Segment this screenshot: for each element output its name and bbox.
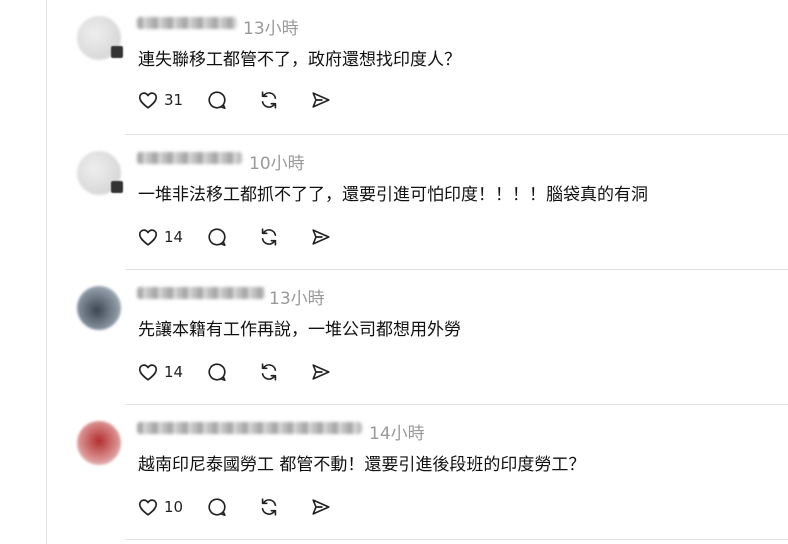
repost-button[interactable]	[258, 360, 280, 384]
comment-bubble-icon	[208, 498, 226, 517]
timestamp: 14小時	[369, 424, 425, 444]
comment-text: 連失聯移工都管不了，政府還想找印度人？	[138, 50, 461, 70]
comment-bubble-icon	[208, 91, 226, 110]
reply-button[interactable]	[206, 88, 228, 112]
comment-bubble-icon	[208, 363, 226, 382]
timestamp: 13小時	[243, 19, 299, 39]
share-button[interactable]	[310, 495, 332, 519]
send-icon	[312, 92, 330, 108]
repost-icon	[261, 91, 277, 109]
timestamp: 10小時	[249, 154, 305, 174]
repost-button[interactable]	[258, 88, 280, 112]
action-bar: 10	[137, 495, 332, 519]
comment-item: 13小時 連失聯移工都管不了，政府還想找印度人？ 31	[47, 0, 788, 135]
like-button[interactable]: 14	[137, 225, 186, 249]
send-icon	[312, 229, 330, 245]
username-blurred[interactable]	[137, 287, 265, 299]
share-button[interactable]	[310, 225, 332, 249]
like-count: 10	[164, 498, 184, 516]
avatar[interactable]	[77, 421, 121, 465]
like-button[interactable]: 31	[137, 88, 186, 112]
action-bar: 14	[137, 225, 332, 249]
repost-icon	[261, 228, 277, 246]
comment-text: 一堆非法移工都抓不了了，還要引進可怕印度！！！！腦袋真的有洞	[138, 185, 648, 205]
comment-item: 13小時 先讓本籍有工作再說，一堆公司都想用外勞 14	[47, 270, 788, 405]
avatar-badge-icon	[111, 181, 123, 193]
reply-button[interactable]	[206, 225, 228, 249]
reply-button[interactable]	[206, 360, 228, 384]
like-count: 31	[164, 91, 184, 109]
avatar-badge-icon	[111, 46, 123, 58]
like-count: 14	[164, 363, 184, 381]
heart-icon	[138, 364, 158, 381]
repost-icon	[261, 498, 277, 516]
comment-item: 14小時 越南印尼泰國勞工 都管不動！還要引進後段班的印度勞工？ 10	[47, 405, 788, 540]
avatar[interactable]	[77, 286, 121, 330]
comment-feed: 13小時 連失聯移工都管不了，政府還想找印度人？ 31 10小時 一堆非法移工都…	[46, 0, 788, 544]
repost-button[interactable]	[258, 225, 280, 249]
timestamp: 13小時	[269, 289, 325, 309]
reply-button[interactable]	[206, 495, 228, 519]
comment-text: 越南印尼泰國勞工 都管不動！還要引進後段班的印度勞工？	[138, 455, 586, 475]
send-icon	[312, 499, 330, 515]
username-blurred[interactable]	[137, 17, 237, 29]
heart-icon	[138, 499, 158, 516]
action-bar: 31	[137, 88, 332, 112]
like-button[interactable]: 14	[137, 360, 186, 384]
share-button[interactable]	[310, 360, 332, 384]
username-blurred[interactable]	[137, 152, 242, 164]
share-button[interactable]	[310, 88, 332, 112]
heart-icon	[138, 229, 158, 246]
action-bar: 14	[137, 360, 332, 384]
comment-item: 10小時 一堆非法移工都抓不了了，還要引進可怕印度！！！！腦袋真的有洞 14	[47, 135, 788, 270]
comment-text: 先讓本籍有工作再說，一堆公司都想用外勞	[138, 320, 461, 340]
heart-icon	[138, 92, 158, 109]
comment-bubble-icon	[208, 228, 226, 247]
repost-button[interactable]	[258, 495, 280, 519]
like-count: 14	[164, 228, 184, 246]
divider	[125, 539, 788, 540]
send-icon	[312, 364, 330, 380]
repost-icon	[261, 363, 277, 381]
username-blurred[interactable]	[137, 422, 362, 434]
like-button[interactable]: 10	[137, 495, 186, 519]
